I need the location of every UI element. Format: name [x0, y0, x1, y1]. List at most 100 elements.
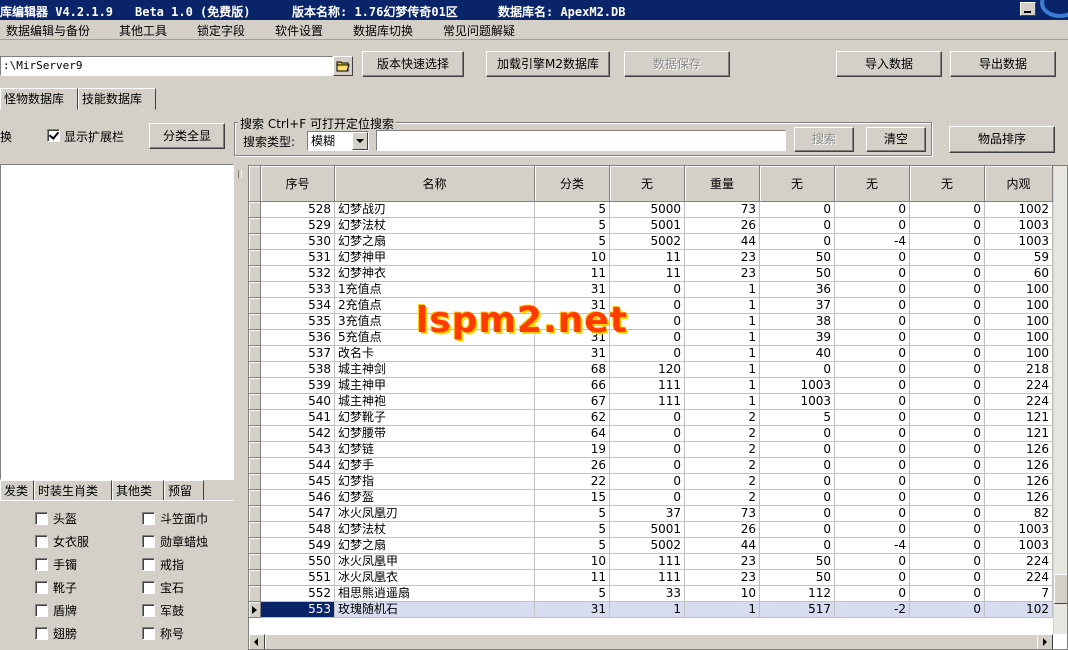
item-data-grid[interactable]: 序号 名称 分类 无 重量 无 无 无 内观 528 幻梦战刃 5 5000 73 0 0 0…	[248, 165, 1068, 650]
cell-none-4[interactable]: 0	[910, 506, 985, 522]
cell-appearance[interactable]: 100	[985, 314, 1053, 330]
cell-none-4[interactable]: 0	[910, 522, 985, 538]
cell-category[interactable]: 64	[535, 426, 610, 442]
table-row[interactable]: 533 1充值点 31 0 1 36 0 0 100	[249, 282, 1067, 298]
cell-name[interactable]: 幻梦法杖	[335, 522, 535, 538]
cell-name[interactable]: 冰火凤凰甲	[335, 554, 535, 570]
cell-none-3[interactable]: -4	[835, 538, 910, 554]
table-row[interactable]: 538 城主神剑 68 120 1 0 0 0 218	[249, 362, 1067, 378]
cell-none-3[interactable]: 0	[835, 378, 910, 394]
item-sort-button[interactable]: 物品排序	[949, 126, 1055, 153]
export-data-button[interactable]: 导出数据	[950, 51, 1056, 77]
server-path-input[interactable]: :\MirServer9	[0, 56, 333, 76]
cell-appearance[interactable]: 218	[985, 362, 1053, 378]
cell-none-1[interactable]: 111	[610, 554, 685, 570]
cell-id[interactable]: 537	[261, 346, 335, 362]
category-checkbox[interactable]	[142, 512, 155, 525]
cell-id[interactable]: 532	[261, 266, 335, 282]
clear-button[interactable]: 清空	[866, 127, 926, 152]
category-checkbox[interactable]	[142, 627, 155, 640]
menu-faq[interactable]: 常见问题解疑	[441, 22, 517, 39]
vertical-scroll-thumb[interactable]	[1054, 574, 1067, 604]
cell-weight[interactable]: 44	[685, 538, 760, 554]
cell-none-4[interactable]: 0	[910, 474, 985, 490]
row-indicator[interactable]	[249, 538, 261, 554]
cell-appearance[interactable]: 60	[985, 266, 1053, 282]
table-row[interactable]: 530 幻梦之扇 5 5002 44 0 -4 0 1003	[249, 234, 1067, 250]
minimize-button[interactable]	[1020, 2, 1036, 16]
row-indicator[interactable]	[249, 426, 261, 442]
cell-none-4[interactable]: 0	[910, 362, 985, 378]
table-row[interactable]: 543 幻梦链 19 0 2 0 0 0 126	[249, 442, 1067, 458]
cell-none-2[interactable]: 0	[760, 362, 835, 378]
cell-none-3[interactable]: 0	[835, 202, 910, 218]
search-button[interactable]: 搜索	[794, 127, 854, 152]
cell-none-3[interactable]: 0	[835, 586, 910, 602]
cell-none-1[interactable]: 111	[610, 394, 685, 410]
cell-none-1[interactable]: 0	[610, 426, 685, 442]
cell-appearance[interactable]: 126	[985, 458, 1053, 474]
row-indicator[interactable]	[249, 490, 261, 506]
cell-none-4[interactable]: 0	[910, 266, 985, 282]
cell-name[interactable]: 幻梦手	[335, 458, 535, 474]
category-checkbox[interactable]	[35, 535, 48, 548]
cell-name[interactable]: 城主神甲	[335, 378, 535, 394]
cell-id[interactable]: 540	[261, 394, 335, 410]
cell-none-4[interactable]: 0	[910, 538, 985, 554]
row-indicator[interactable]	[249, 282, 261, 298]
cell-appearance[interactable]: 100	[985, 330, 1053, 346]
cell-category[interactable]: 5	[535, 506, 610, 522]
cell-none-3[interactable]: 0	[835, 394, 910, 410]
cell-weight[interactable]: 2	[685, 458, 760, 474]
cell-id[interactable]: 529	[261, 218, 335, 234]
cell-none-2[interactable]: 0	[760, 538, 835, 554]
cell-category[interactable]: 5	[535, 202, 610, 218]
cell-none-3[interactable]: 0	[835, 330, 910, 346]
cell-none-3[interactable]: 0	[835, 218, 910, 234]
cell-none-2[interactable]: 37	[760, 298, 835, 314]
cell-none-3[interactable]: 0	[835, 250, 910, 266]
cell-none-4[interactable]: 0	[910, 378, 985, 394]
cell-none-2[interactable]: 5	[760, 410, 835, 426]
cell-appearance[interactable]: 224	[985, 394, 1053, 410]
cell-weight[interactable]: 2	[685, 410, 760, 426]
cell-none-1[interactable]: 5001	[610, 522, 685, 538]
cell-none-3[interactable]: 0	[835, 426, 910, 442]
table-row[interactable]: 534 2充值点 31 0 1 37 0 0 100	[249, 298, 1067, 314]
row-indicator[interactable]	[249, 250, 261, 266]
table-row[interactable]: 548 幻梦法杖 5 5001 26 0 0 0 1003	[249, 522, 1067, 538]
scroll-left-icon[interactable]	[249, 634, 265, 649]
table-row[interactable]: 553 玫瑰随机石 31 1 1 517 -2 0 102	[249, 602, 1067, 618]
table-row[interactable]: 549 幻梦之扇 5 5002 44 0 -4 0 1003	[249, 538, 1067, 554]
cell-none-3[interactable]: 0	[835, 346, 910, 362]
cell-weight[interactable]: 44	[685, 234, 760, 250]
row-indicator[interactable]	[249, 586, 261, 602]
cell-weight[interactable]: 26	[685, 522, 760, 538]
cell-none-2[interactable]: 50	[760, 570, 835, 586]
cell-category[interactable]: 5	[535, 586, 610, 602]
cell-none-2[interactable]: 38	[760, 314, 835, 330]
cell-none-2[interactable]: 112	[760, 586, 835, 602]
table-row[interactable]: 529 幻梦法杖 5 5001 26 0 0 0 1003	[249, 218, 1067, 234]
cell-appearance[interactable]: 82	[985, 506, 1053, 522]
load-engine-db-button[interactable]: 加载引擎M2数据库	[486, 51, 610, 77]
save-data-button[interactable]: 数据保存	[624, 51, 730, 77]
row-indicator[interactable]	[249, 602, 261, 618]
cell-weight[interactable]: 23	[685, 554, 760, 570]
cell-id[interactable]: 553	[261, 602, 335, 618]
cell-id[interactable]: 531	[261, 250, 335, 266]
cell-appearance[interactable]: 126	[985, 474, 1053, 490]
cell-weight[interactable]: 2	[685, 490, 760, 506]
cell-none-3[interactable]: 0	[835, 522, 910, 538]
col-header-category[interactable]: 分类	[535, 166, 610, 202]
cell-none-1[interactable]: 5001	[610, 218, 685, 234]
cell-category[interactable]: 11	[535, 266, 610, 282]
import-data-button[interactable]: 导入数据	[836, 51, 942, 77]
cell-weight[interactable]: 23	[685, 570, 760, 586]
cell-none-4[interactable]: 0	[910, 314, 985, 330]
cell-id[interactable]: 552	[261, 586, 335, 602]
cell-none-3[interactable]: 0	[835, 490, 910, 506]
cell-none-1[interactable]: 11	[610, 266, 685, 282]
cell-name[interactable]: 幻梦腰带	[335, 426, 535, 442]
cell-category[interactable]: 5	[535, 522, 610, 538]
